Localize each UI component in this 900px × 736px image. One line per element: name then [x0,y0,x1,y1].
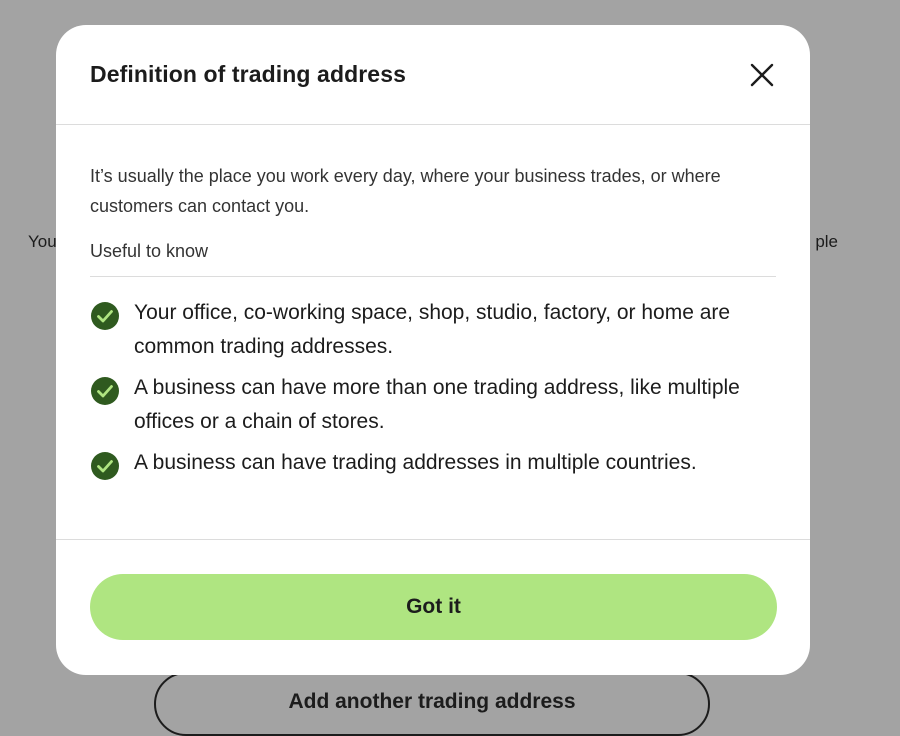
list-item: Your office, co-working space, shop, stu… [90,299,776,364]
background-text-right: ple [815,232,838,251]
tips-list: Your office, co-working space, shop, stu… [90,299,776,481]
check-circle-icon [90,376,120,406]
list-item: A business can have trading addresses in… [90,449,776,481]
background-text-left: You [28,232,57,251]
list-item-text: A business can have more than one tradin… [134,376,740,433]
list-item: A business can have more than one tradin… [90,374,776,439]
modal-title: Definition of trading address [90,61,406,87]
useful-to-know-heading: Useful to know [90,241,776,277]
modal-header: Definition of trading address [56,25,810,125]
modal-footer: Got it [56,540,810,675]
modal-body: It’s usually the place you work every da… [56,125,810,540]
check-circle-icon [90,451,120,481]
got-it-button[interactable]: Got it [90,574,777,640]
add-trading-address-button[interactable]: Add another trading address [154,672,710,736]
definition-modal: Definition of trading address It’s usual… [56,25,810,675]
modal-intro: It’s usually the place you work every da… [90,166,721,216]
check-circle-icon [90,301,120,331]
list-item-text: A business can have trading addresses in… [134,451,697,474]
list-item-text: Your office, co-working space, shop, stu… [134,301,731,358]
close-icon [750,63,774,87]
close-button[interactable] [748,61,776,89]
